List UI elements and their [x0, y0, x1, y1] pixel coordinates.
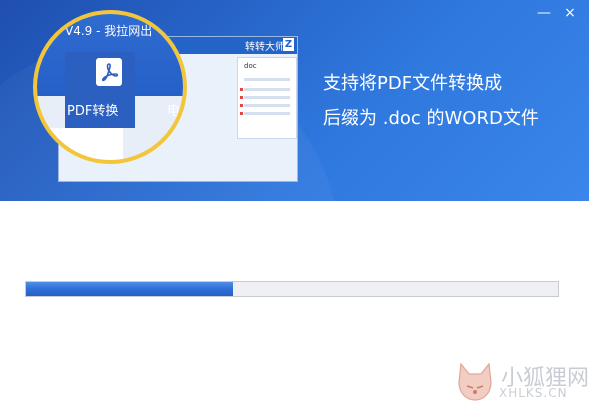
acrobat-pdf-icon [96, 58, 122, 86]
pdf-convert-label: PDF转换 [67, 104, 119, 119]
app-preview-line [244, 112, 290, 115]
app-preview-line [244, 88, 290, 91]
minimize-button[interactable]: — [534, 4, 554, 22]
lens-content-area [37, 128, 123, 160]
app-preview-file-dot [240, 96, 243, 99]
fox-icon [458, 362, 492, 401]
install-progress-bar [25, 281, 559, 297]
app-preview-logo: Z [283, 38, 294, 51]
promo-banner: — × 转转大师 Z doc V4.9 - 我拉网出 PDF转换 电 支持将PD… [0, 0, 589, 201]
app-preview-line [244, 96, 290, 99]
magnifier-lens: V4.9 - 我拉网出 PDF转换 电 [33, 10, 187, 164]
tagline-line1: 支持将PDF文件转换成 [323, 73, 503, 94]
next-tab-label: 电 [167, 104, 181, 119]
version-title: V4.9 - 我拉网出 [65, 24, 153, 38]
app-preview-line [244, 78, 290, 81]
watermark-domain: XHLKS.CN [499, 386, 568, 400]
app-preview-line [244, 104, 290, 107]
progress-fill [26, 282, 234, 296]
app-preview-file-dot [240, 112, 243, 115]
close-button[interactable]: × [560, 4, 580, 22]
tagline-line2: 后缀为 .doc 的WORD文件 [323, 108, 539, 129]
app-preview-format: doc [244, 62, 257, 70]
app-preview-file-dot [240, 88, 243, 91]
app-preview-name: 转转大师 [245, 42, 285, 53]
app-preview-file-panel: doc [237, 57, 297, 139]
watermark: 小狐狸网 XHLKS.CN [455, 360, 589, 406]
app-preview-file-dot [240, 104, 243, 107]
